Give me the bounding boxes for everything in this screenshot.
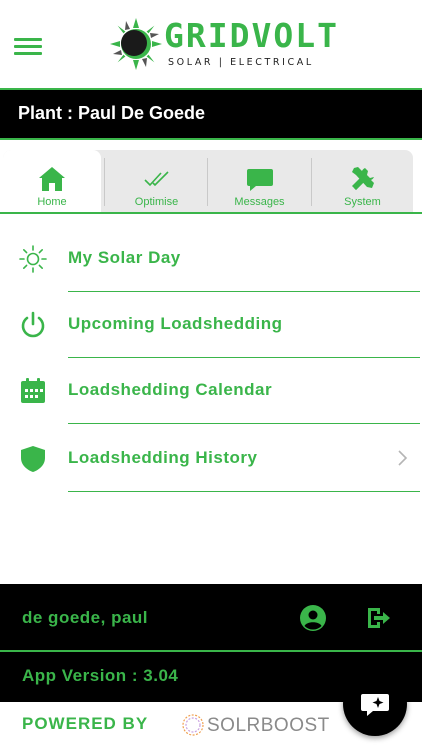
shield-icon bbox=[21, 446, 45, 472]
logout-icon[interactable] bbox=[365, 604, 393, 632]
tab-home-label: Home bbox=[37, 196, 67, 208]
menu-divider bbox=[68, 422, 420, 424]
home-icon bbox=[39, 167, 65, 191]
sun-icon bbox=[19, 245, 47, 273]
powered-by-label: POWERED BY bbox=[22, 714, 149, 733]
double-check-icon bbox=[143, 171, 169, 187]
logo-sun-icon bbox=[110, 18, 162, 70]
tools-icon bbox=[351, 167, 374, 190]
user-profile-icon[interactable] bbox=[299, 604, 327, 632]
partner-name: SOLRBOOST bbox=[207, 715, 330, 736]
plant-title: Plant : Paul De Goede bbox=[18, 103, 206, 123]
menu-item-label: Loadshedding History bbox=[68, 448, 258, 467]
tab-optimise[interactable]: Optimise bbox=[105, 150, 208, 213]
tab-messages[interactable]: Messages bbox=[208, 150, 311, 213]
tab-system-label: System bbox=[344, 196, 381, 208]
menu-item-label: Upcoming Loadshedding bbox=[68, 314, 283, 333]
chevron-right-icon bbox=[398, 450, 408, 466]
hamburger-icon[interactable] bbox=[14, 38, 42, 55]
menu-item-my-solar-day[interactable]: My Solar Day bbox=[0, 226, 422, 292]
calendar-icon bbox=[21, 378, 45, 403]
chat-support-button[interactable] bbox=[343, 672, 407, 736]
app-version: App Version : 3.04 bbox=[22, 666, 179, 685]
power-icon bbox=[21, 311, 45, 338]
app-header: GRIDVOLT SOLAR | ELECTRICAL bbox=[0, 0, 422, 88]
tab-messages-label: Messages bbox=[234, 196, 285, 208]
footer-divider bbox=[0, 650, 422, 652]
tab-system[interactable]: System bbox=[312, 150, 413, 213]
plant-bar: Plant : Paul De Goede bbox=[0, 88, 422, 140]
tab-home[interactable]: Home bbox=[3, 150, 101, 213]
menu-item-label: My Solar Day bbox=[68, 248, 181, 267]
chat-sparkle-icon bbox=[361, 694, 389, 716]
chat-bubble-icon bbox=[246, 169, 273, 191]
brand-name: GRIDVOLT bbox=[164, 16, 339, 55]
brand-tagline: SOLAR | ELECTRICAL bbox=[168, 57, 314, 68]
tabs-underline bbox=[0, 212, 422, 214]
menu-item-label: Loadshedding Calendar bbox=[68, 380, 273, 399]
menu-divider bbox=[68, 490, 420, 492]
tab-bar: Home Optimise Messages System bbox=[3, 150, 413, 213]
solrboost-logo-icon bbox=[182, 714, 204, 736]
tab-optimise-label: Optimise bbox=[134, 196, 179, 208]
menu-item-loadshedding-history[interactable]: Loadshedding History bbox=[0, 426, 422, 492]
menu-item-upcoming-loadshedding[interactable]: Upcoming Loadshedding bbox=[0, 292, 422, 358]
user-name: de goede, paul bbox=[22, 608, 149, 627]
menu-item-loadshedding-calendar[interactable]: Loadshedding Calendar bbox=[0, 358, 422, 424]
gridvolt-logo: GRIDVOLT SOLAR | ELECTRICAL bbox=[110, 14, 337, 74]
